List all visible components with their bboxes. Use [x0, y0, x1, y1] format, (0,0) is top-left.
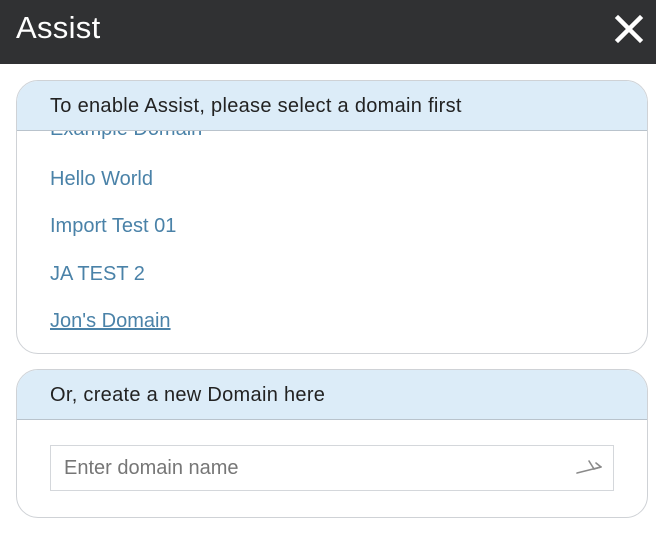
arrow-go-icon[interactable]	[575, 458, 605, 478]
assist-dialog: Assist To enable Assist, please select a…	[0, 0, 656, 540]
domain-item-jons-domain[interactable]: Jon's Domain	[50, 309, 171, 333]
domain-item-import-test-01[interactable]: Import Test 01	[50, 214, 176, 238]
domain-name-field	[50, 445, 614, 491]
create-domain-header: Or, create a new Domain here	[17, 370, 647, 420]
domain-item-example-domain[interactable]: Example Domain	[50, 131, 202, 141]
create-domain-card: Or, create a new Domain here	[16, 369, 648, 518]
domain-name-input[interactable]	[51, 446, 574, 490]
dialog-titlebar: Assist	[0, 0, 656, 64]
dialog-title: Assist	[16, 10, 101, 45]
domain-item-hello-world[interactable]: Hello World	[50, 167, 153, 191]
select-domain-card: To enable Assist, please select a domain…	[16, 80, 648, 354]
select-domain-header: To enable Assist, please select a domain…	[17, 81, 647, 131]
close-icon[interactable]	[612, 12, 646, 46]
domain-list[interactable]: Example Domain Hello World Import Test 0…	[17, 131, 647, 352]
domain-item-ja-test-2[interactable]: JA TEST 2	[50, 262, 145, 286]
